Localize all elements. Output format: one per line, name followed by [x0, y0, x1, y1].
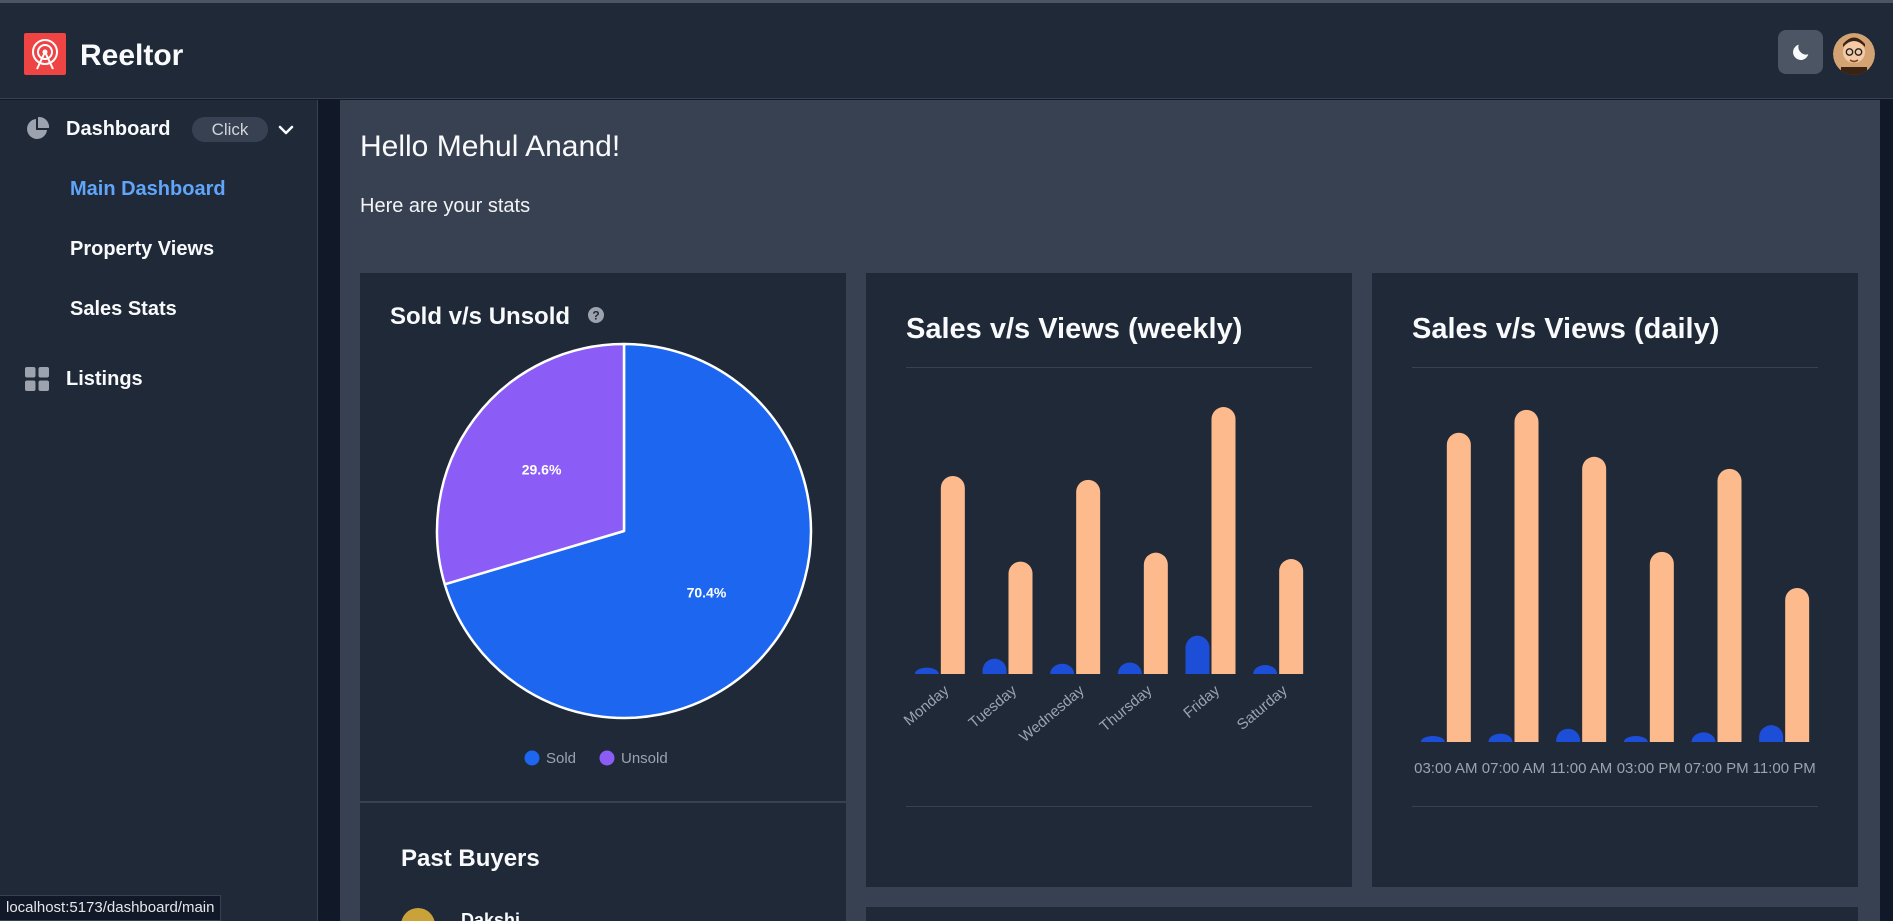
sales-bar-11-00-am[interactable]	[1556, 728, 1581, 742]
bottom-card	[866, 907, 1858, 921]
past-buyers-card: Past Buyers Dakshi	[360, 803, 846, 921]
sidebar-item-main-dashboard[interactable]: Main Dashboard	[70, 178, 226, 201]
reeltor-logo-icon[interactable]	[24, 33, 66, 75]
user-avatar[interactable]	[1833, 33, 1875, 75]
weekly-bar-chart: Monday TuesdayWednesday Thursday Friday Satu…	[901, 407, 1304, 746]
legend-label-sold[interactable]: Sold	[546, 750, 576, 767]
theme-toggle-button[interactable]	[1778, 30, 1823, 74]
divider	[1412, 806, 1818, 807]
daily-bar-chart: 03:00 AM 07:00 AM 11:00 AM 03:00 PM 07:00 PM…	[1414, 409, 1816, 777]
x-tick-label: 07:00 PM	[1684, 760, 1748, 777]
sidebar-item-label: Listings	[66, 367, 143, 390]
top-header: Reeltor	[0, 3, 1893, 99]
buyer-avatar	[401, 908, 435, 921]
sidebar-item-property-views[interactable]: Property Views	[70, 238, 214, 261]
views-bar-saturday[interactable]	[1279, 559, 1304, 674]
x-tick-label: Wednesday	[1016, 682, 1088, 746]
views-bar-03-00-am[interactable]	[1446, 432, 1471, 742]
pie-value-label: 29.6%	[522, 462, 562, 478]
chevron-down-icon[interactable]	[276, 120, 296, 140]
weekly-chart-card: Sales v/s Views (weekly) Monday Tuesday We…	[866, 273, 1352, 887]
sidebar-item-dashboard[interactable]: Dashboard	[24, 116, 170, 142]
x-tick-label: 03:00 AM	[1414, 760, 1477, 777]
x-tick-label: Tuesday	[965, 682, 1020, 732]
sidebar: Dashboard Click Main Dashboard Property …	[0, 100, 318, 921]
legend-marker[interactable]	[599, 750, 615, 766]
moon-icon	[1792, 44, 1808, 60]
views-bar-03-00-pm[interactable]	[1649, 551, 1674, 742]
sales-bar-wednesday[interactable]	[1050, 663, 1075, 674]
sales-bar-monday[interactable]	[914, 667, 939, 674]
sold-unsold-card: Sold v/s Unsold ? 70.4% 29.6% Sold Unsold	[360, 273, 846, 801]
main-content: Hello Mehul Anand! Here are your stats S…	[340, 100, 1880, 921]
x-tick-label: 11:00 AM	[1550, 760, 1612, 777]
x-tick-label: Thursday	[1097, 682, 1156, 736]
x-tick-label: 11:00 PM	[1753, 760, 1816, 777]
sales-bar-saturday[interactable]	[1253, 665, 1278, 674]
sidebar-item-sales-stats[interactable]: Sales Stats	[70, 298, 177, 321]
views-bar-wednesday[interactable]	[1076, 479, 1101, 674]
card-title: Past Buyers	[401, 845, 540, 872]
views-bar-thursday[interactable]	[1143, 552, 1168, 674]
sales-bar-tuesday[interactable]	[982, 658, 1007, 674]
x-tick-label: Monday	[901, 682, 953, 730]
x-tick-label: Saturday	[1234, 682, 1291, 734]
views-bar-monday[interactable]	[940, 476, 965, 674]
views-bar-11-00-am[interactable]	[1582, 456, 1607, 742]
sales-bar-friday[interactable]	[1185, 635, 1210, 674]
sold-unsold-pie-chart: 70.4% 29.6% Sold Unsold	[435, 342, 813, 767]
x-tick-label: 03:00 PM	[1617, 760, 1681, 777]
x-tick-label: Friday	[1180, 682, 1223, 722]
sales-bar-07-00-pm[interactable]	[1691, 732, 1716, 742]
pie-value-label: 70.4%	[687, 584, 727, 600]
views-bar-07-00-pm[interactable]	[1717, 468, 1742, 742]
pie-chart-icon	[27, 116, 50, 139]
sales-bar-03-00-pm[interactable]	[1623, 736, 1648, 742]
grid-icon	[25, 367, 49, 391]
status-bar-url: localhost:5173/dashboard/main	[0, 895, 222, 921]
views-bar-tuesday[interactable]	[1008, 561, 1033, 674]
sales-bar-03-00-am[interactable]	[1420, 736, 1445, 742]
sales-bar-11-00-pm[interactable]	[1759, 725, 1784, 742]
x-tick-label: 07:00 AM	[1482, 760, 1545, 777]
stats-subtitle: Here are your stats	[360, 195, 531, 217]
legend-marker[interactable]	[524, 750, 540, 766]
sales-bar-07-00-am[interactable]	[1488, 733, 1513, 742]
buyer-name[interactable]: Dakshi	[461, 910, 520, 921]
views-bar-friday[interactable]	[1211, 407, 1236, 674]
sales-bar-thursday[interactable]	[1117, 662, 1142, 674]
app-name[interactable]: Reeltor	[80, 39, 183, 73]
views-bar-07-00-am[interactable]	[1514, 409, 1539, 742]
sidebar-item-listings[interactable]: Listings	[24, 366, 143, 392]
divider	[906, 806, 1312, 807]
legend-label-unsold[interactable]: Unsold	[621, 750, 668, 767]
click-badge[interactable]: Click	[192, 117, 268, 142]
daily-chart-card: Sales v/s Views (daily) 03:00 AM 07:00 AM…	[1372, 273, 1858, 887]
views-bar-11-00-pm[interactable]	[1785, 587, 1810, 742]
greeting-heading: Hello Mehul Anand!	[360, 130, 621, 163]
sidebar-item-label: Dashboard	[66, 117, 171, 140]
